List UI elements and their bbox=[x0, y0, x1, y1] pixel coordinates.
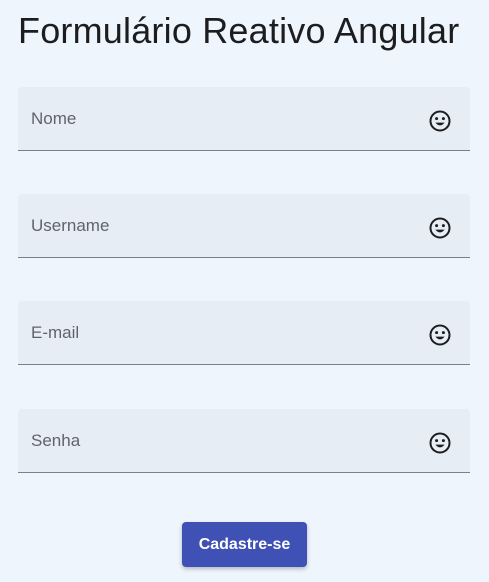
smiley-icon bbox=[429, 324, 451, 346]
smiley-icon bbox=[429, 432, 451, 454]
nome-input[interactable] bbox=[18, 87, 470, 150]
smiley-icon bbox=[429, 110, 451, 132]
email-input[interactable] bbox=[18, 301, 470, 364]
cadastre-se-button[interactable]: Cadastre-se bbox=[182, 522, 307, 567]
email-field[interactable]: E-mail bbox=[18, 301, 470, 365]
smiley-icon bbox=[429, 217, 451, 239]
senha-input[interactable] bbox=[18, 409, 470, 472]
page-title: Formulário Reativo Angular bbox=[18, 10, 460, 51]
senha-field[interactable]: Senha bbox=[18, 409, 470, 473]
username-field[interactable]: Username bbox=[18, 194, 470, 258]
nome-field[interactable]: Nome bbox=[18, 87, 470, 151]
username-input[interactable] bbox=[18, 194, 470, 257]
